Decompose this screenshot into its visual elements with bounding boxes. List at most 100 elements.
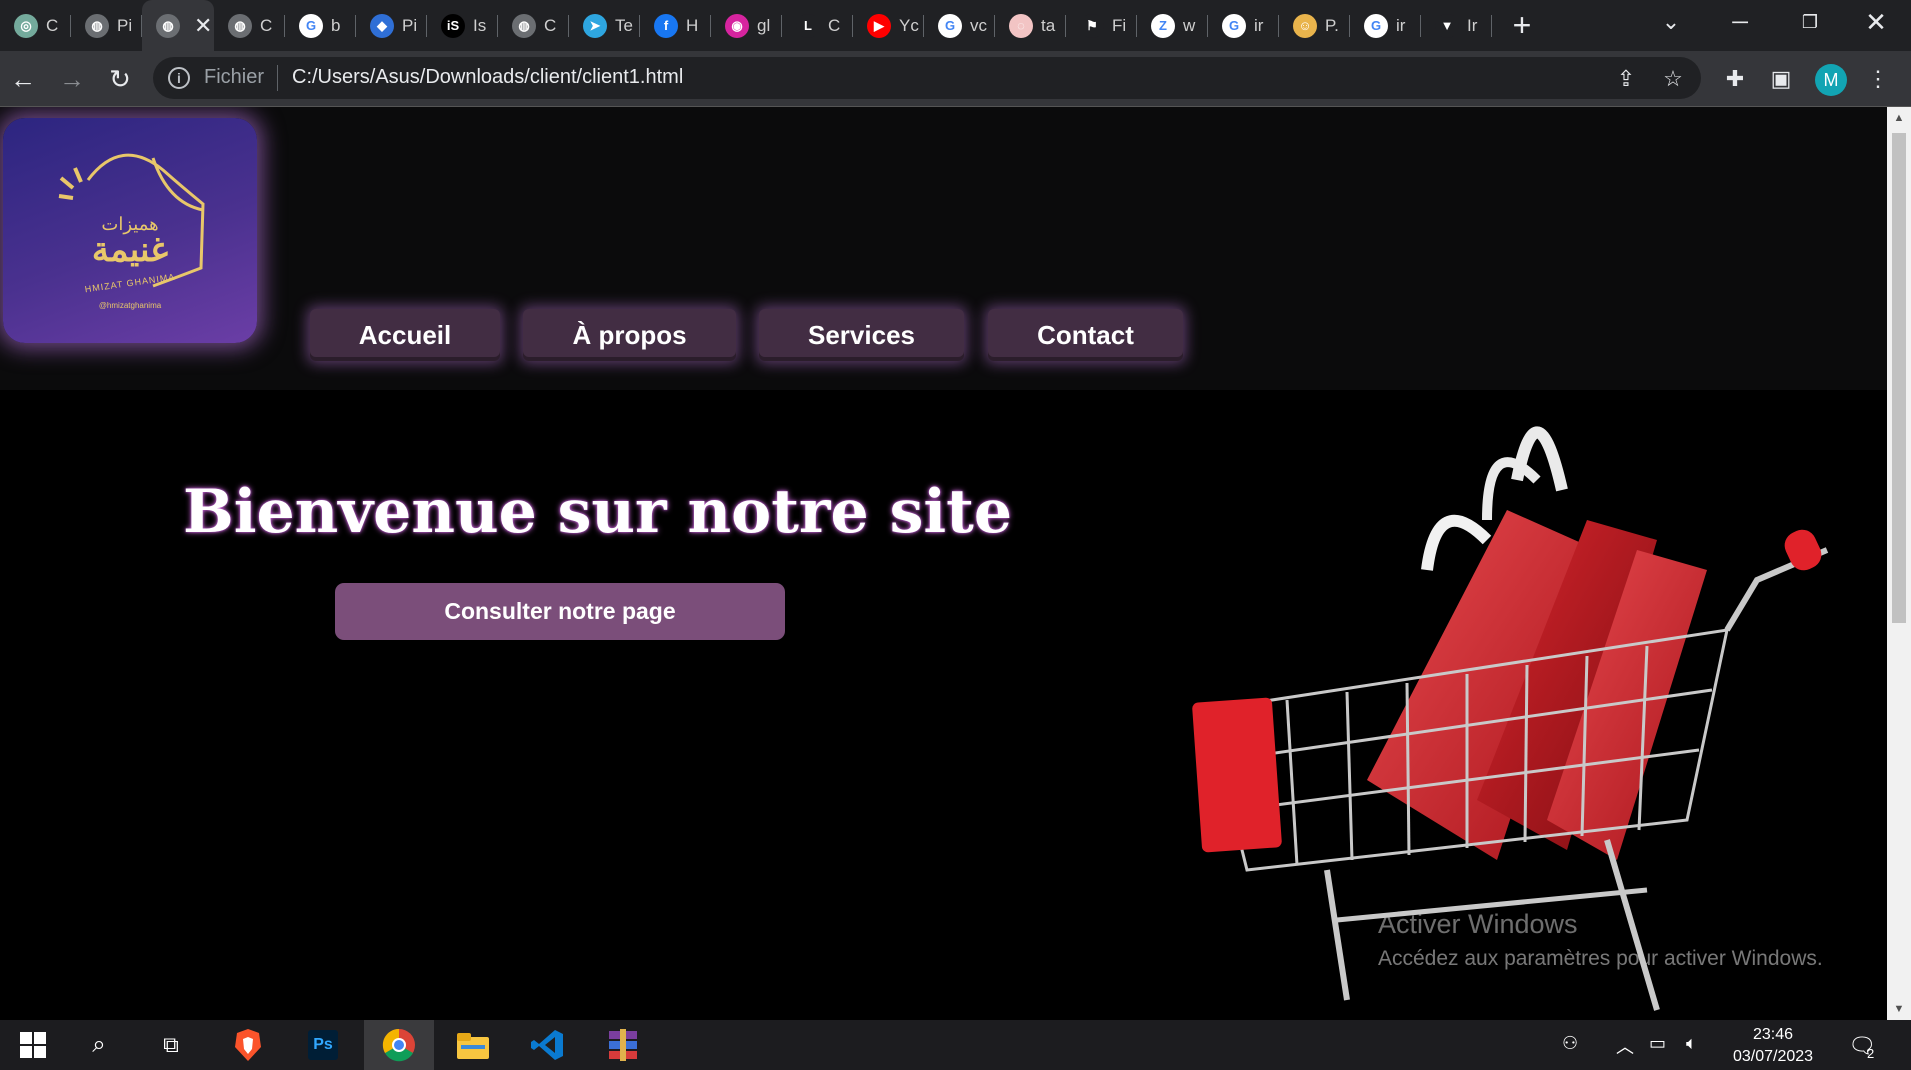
back-icon[interactable]: ←: [6, 62, 40, 96]
scroll-down-icon[interactable]: ▼: [1887, 998, 1911, 1020]
web-page: هميزات غنيمة HMIZAT GHANIMA @hmizatghani…: [0, 107, 1887, 1020]
tab-title: ir: [1254, 15, 1264, 35]
browser-tab[interactable]: ▼ Ir: [1421, 0, 1492, 51]
browser-tab[interactable]: ◍ ✕: [142, 0, 214, 51]
extensions-icon[interactable]: ✚: [1720, 64, 1750, 94]
menu-kebab-icon[interactable]: ⋮: [1863, 64, 1893, 94]
browser-tab[interactable]: Gb: [285, 0, 356, 51]
forward-icon[interactable]: →: [55, 62, 89, 96]
telegram-icon: ➤: [583, 13, 607, 38]
scroll-up-icon[interactable]: ▲: [1887, 107, 1911, 129]
site-logo[interactable]: هميزات غنيمة HMIZAT GHANIMA @hmizatghani…: [3, 118, 257, 343]
browser-tab[interactable]: ➤ Te: [569, 0, 640, 51]
new-tab-icon[interactable]: +: [1492, 0, 1552, 51]
is-icon: iS: [441, 13, 465, 38]
file-explorer-icon[interactable]: [440, 1020, 506, 1070]
google-icon: G: [299, 13, 323, 38]
browser-tab[interactable]: Gvc: [924, 0, 995, 51]
chrome-taskbar-icon[interactable]: [364, 1020, 434, 1070]
google-icon: G: [1222, 13, 1246, 38]
browser-tab[interactable]: ▶ Yc: [853, 0, 924, 51]
tab-title: P.: [1325, 15, 1339, 35]
photoshop-icon[interactable]: Ps: [290, 1020, 356, 1070]
taskbar-clock[interactable]: 23:46 03/07/2023: [1718, 1024, 1828, 1068]
tab-title: H: [686, 15, 699, 35]
v-icon: ▼: [1435, 13, 1459, 38]
tab-title: ir: [1396, 15, 1406, 35]
browser-tab[interactable]: Zw: [1137, 0, 1208, 51]
volume-icon[interactable]: 🔈︎: [1686, 1033, 1697, 1054]
nav-contact-button[interactable]: Contact: [988, 309, 1183, 361]
tab-title: Yc: [899, 15, 919, 35]
robot-icon: ◆: [370, 13, 394, 38]
windows-activation-title: Activer Windows: [1378, 909, 1578, 939]
restore-icon[interactable]: ❐: [1775, 0, 1845, 44]
tab-strip: ◎ C ◍ Pi ◍ ✕ ◍ C Gb ◆ Pi iS Is ◍ C ➤ Te f H ◉ gl L C ▶ Yc Gvc ◌ ta ⚑…: [0, 0, 1911, 51]
browser-tab[interactable]: ◎ C: [0, 0, 71, 51]
task-view-icon[interactable]: ⧉: [138, 1020, 204, 1070]
logo-arabic-main: غنيمة: [91, 230, 169, 270]
browser-tab[interactable]: Gir: [1350, 0, 1421, 51]
close-window-icon[interactable]: ✕: [1841, 0, 1911, 44]
tab-title: C: [544, 15, 557, 35]
browser-tab[interactable]: ◆ Pi: [356, 0, 427, 51]
omnibox-divider: [277, 65, 278, 91]
tab-search-icon[interactable]: ⌄: [1636, 0, 1706, 44]
tab-title: C: [260, 15, 273, 35]
browser-tab[interactable]: iS Is: [427, 0, 498, 51]
consult-page-button[interactable]: Consulter notre page: [335, 583, 785, 640]
browser-tab[interactable]: ⚑ Fi: [1066, 0, 1137, 51]
nav-services-button[interactable]: Services: [759, 309, 964, 361]
youtube-icon: ▶: [867, 13, 891, 38]
browser-tab[interactable]: LC: [782, 0, 853, 51]
globe-icon: ◍: [156, 13, 180, 38]
browser-tab[interactable]: ◍ C: [498, 0, 569, 51]
nav-accueil-button[interactable]: Accueil: [310, 309, 500, 361]
clock-time: 23:46: [1752, 1026, 1794, 1043]
tab-title: C: [46, 15, 59, 35]
globe-icon: ◍: [228, 13, 252, 38]
brave-browser-icon[interactable]: [215, 1020, 281, 1070]
people-icon[interactable]: ⚇: [1562, 1033, 1578, 1054]
vscode-icon[interactable]: [515, 1020, 581, 1070]
vertical-scrollbar[interactable]: ▲ ▼: [1887, 107, 1911, 1020]
browser-tab[interactable]: ☺ P.: [1279, 0, 1350, 51]
bookmark-star-icon[interactable]: ☆: [1658, 64, 1688, 94]
browser-tab[interactable]: ◍ C: [214, 0, 285, 51]
browser-tab[interactable]: fH: [640, 0, 711, 51]
windows-start-icon[interactable]: [0, 1020, 66, 1070]
url-text[interactable]: C:/Users/Asus/Downloads/client/client1.h…: [292, 66, 683, 89]
minimize-icon[interactable]: ─: [1705, 0, 1775, 44]
facebook-icon: f: [654, 13, 678, 38]
globe-icon: ◍: [512, 13, 536, 38]
browser-tab[interactable]: ◌ ta: [995, 0, 1066, 51]
windows-activation-subtitle: Accédez aux paramètres pour activer Wind…: [1378, 947, 1823, 970]
share-icon[interactable]: ⇪: [1611, 64, 1641, 94]
z-icon: Z: [1151, 13, 1175, 38]
google-icon: G: [938, 13, 962, 38]
taskbar-search-icon[interactable]: ⌕: [66, 1020, 132, 1070]
circle-icon: ◌: [1009, 13, 1033, 38]
nav-a-propos-button[interactable]: À propos: [523, 309, 736, 361]
tray-chevron-icon[interactable]: ︿: [1616, 1033, 1634, 1059]
browser-tab[interactable]: ◉ gl: [711, 0, 782, 51]
browser-tab[interactable]: ◍ Pi: [71, 0, 142, 51]
globe-icon: ◍: [85, 13, 109, 38]
battery-icon[interactable]: ▭: [1649, 1033, 1666, 1054]
google-icon: G: [1364, 13, 1388, 38]
side-panel-icon[interactable]: ▣: [1766, 64, 1796, 94]
close-tab-icon[interactable]: ✕: [194, 13, 212, 39]
winrar-icon[interactable]: [590, 1020, 656, 1070]
tab-title: ta: [1041, 15, 1056, 35]
scrollbar-thumb[interactable]: [1892, 133, 1906, 623]
instagram-icon: ◉: [725, 13, 749, 38]
tab-title: w: [1183, 15, 1196, 35]
url-scheme: Fichier: [204, 66, 265, 88]
notification-count: 2: [1867, 1046, 1875, 1061]
browser-tab[interactable]: Gir: [1208, 0, 1279, 51]
profile-avatar[interactable]: M: [1815, 64, 1847, 96]
tab-title: Fi: [1112, 15, 1127, 35]
reload-icon[interactable]: ↻: [103, 62, 137, 96]
tab-title: Pi: [402, 15, 418, 35]
site-info-icon[interactable]: i: [168, 67, 190, 89]
